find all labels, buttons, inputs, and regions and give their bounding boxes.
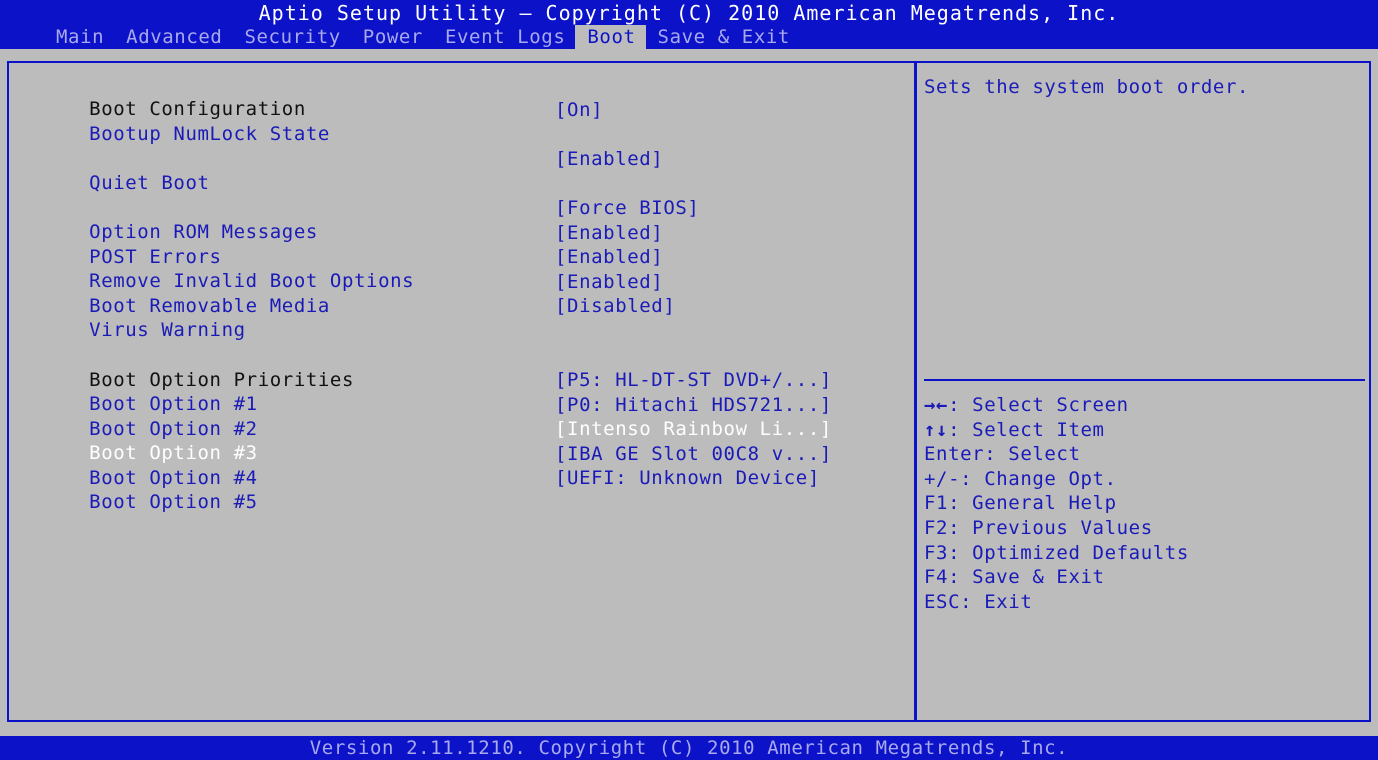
tab-advanced[interactable]: Advanced — [114, 25, 232, 49]
setting-value[interactable]: [Enabled] — [555, 221, 663, 245]
help-divider — [924, 379, 1365, 381]
setting-value[interactable]: [P0: Hitachi HDS721...] — [555, 393, 832, 417]
boot-configuration-heading: Boot Configuration — [41, 73, 306, 120]
setting-label: Virus Warning — [89, 319, 246, 341]
key-hint-enter: Enter: Select — [924, 442, 1189, 467]
key-hint-f3: F3: Optimized Defaults — [924, 541, 1189, 566]
boot-option-5[interactable]: Boot Option #5 [UEFI: Unknown Device] — [41, 466, 819, 513]
boot-option-1[interactable]: Boot Option #1 [P5: HL-DT-ST DVD+/...] — [41, 368, 831, 415]
key-name: +/- — [924, 467, 961, 490]
setting-post-errors[interactable]: POST Errors [Enabled] — [41, 221, 663, 268]
setting-value[interactable]: [Enabled] — [555, 245, 663, 269]
key-desc: : Previous Values — [948, 516, 1153, 539]
item-help-text: Sets the system boot order. — [924, 76, 1250, 98]
key-desc: : Change Opt. — [960, 467, 1117, 490]
key-hint-f4: F4: Save & Exit — [924, 565, 1189, 590]
tab-event-logs[interactable]: Event Logs — [433, 25, 575, 49]
tab-bar: Main Advanced Security Power Event Logs … — [44, 25, 800, 49]
key-name: →← — [924, 394, 949, 416]
setting-boot-removable-media[interactable]: Boot Removable Media [Enabled] — [41, 270, 663, 317]
setting-label: Quiet Boot — [89, 172, 210, 194]
setting-label: Bootup NumLock State — [89, 123, 330, 145]
key-name: ↑↓ — [924, 418, 949, 441]
setting-value[interactable]: [Enabled] — [555, 147, 663, 171]
setting-value[interactable]: [P5: HL-DT-ST DVD+/...] — [555, 368, 832, 392]
version-footer: Version 2.11.1210. Copyright (C) 2010 Am… — [0, 736, 1378, 760]
key-name: F1 — [924, 492, 949, 515]
tab-boot[interactable]: Boot — [575, 25, 646, 49]
key-desc: : Select Screen — [948, 394, 1129, 416]
key-desc: : Optimized Defaults — [948, 541, 1189, 564]
tab-save-exit[interactable]: Save & Exit — [646, 25, 800, 49]
key-name: F2 — [924, 516, 949, 539]
key-hint-select-item: ↑↓: Select Item — [924, 418, 1189, 443]
setting-remove-invalid-boot-options[interactable]: Remove Invalid Boot Options [Enabled] — [41, 245, 663, 292]
key-name: Enter — [924, 443, 985, 466]
key-desc: : General Help — [948, 492, 1117, 515]
boot-option-2[interactable]: Boot Option #2 [P0: Hitachi HDS721...] — [41, 393, 831, 440]
setting-option-rom-messages[interactable]: Option ROM Messages [Force BIOS] — [41, 196, 699, 243]
key-hint-esc: ESC: Exit — [924, 590, 1189, 615]
setting-label: Boot Option #5 — [89, 491, 258, 513]
tab-security[interactable]: Security — [232, 25, 350, 49]
key-desc: : Select Item — [948, 418, 1105, 441]
setting-value[interactable]: [Disabled] — [555, 294, 675, 318]
boot-option-priorities-heading: Boot Option Priorities — [41, 344, 354, 391]
vertical-divider — [914, 61, 917, 722]
app-title: Aptio Setup Utility – Copyright (C) 2010… — [258, 1, 1120, 25]
boot-option-4[interactable]: Boot Option #4 [IBA GE Slot 00C8 v...] — [41, 442, 831, 489]
key-hint-select-screen: →←: Select Screen — [924, 393, 1189, 418]
setting-bootup-numlock-state[interactable]: Bootup NumLock State [On] — [41, 98, 602, 145]
key-desc: : Select — [984, 443, 1081, 466]
key-name: ESC — [924, 590, 961, 613]
tab-main[interactable]: Main — [44, 25, 114, 49]
key-legend: →←: Select Screen ↑↓: Select Item Enter:… — [924, 393, 1189, 614]
setting-value[interactable]: [On] — [555, 98, 603, 122]
boot-option-3[interactable]: Boot Option #3 [Intenso Rainbow Li...] — [41, 417, 831, 464]
key-hint-change-opt: +/-: Change Opt. — [924, 467, 1189, 492]
key-hint-f2: F2: Previous Values — [924, 516, 1189, 541]
key-desc: : Save & Exit — [948, 566, 1105, 589]
tab-power[interactable]: Power — [351, 25, 433, 49]
key-desc: : Exit — [960, 590, 1033, 613]
setting-value[interactable]: [Enabled] — [555, 270, 663, 294]
key-hint-f1: F1: General Help — [924, 491, 1189, 516]
title-bar: Aptio Setup Utility – Copyright (C) 2010… — [0, 0, 1378, 49]
setting-virus-warning[interactable]: Virus Warning [Disabled] — [41, 294, 675, 341]
setting-quiet-boot[interactable]: Quiet Boot [Enabled] — [41, 147, 663, 194]
setting-value[interactable]: [Intenso Rainbow Li...] — [555, 417, 832, 441]
setting-value[interactable]: [IBA GE Slot 00C8 v...] — [555, 442, 832, 466]
setting-value[interactable]: [Force BIOS] — [555, 196, 699, 220]
main-panel: Boot Configuration Bootup NumLock State … — [0, 49, 1378, 736]
key-name: F4 — [924, 566, 949, 589]
setting-value[interactable]: [UEFI: Unknown Device] — [555, 466, 820, 490]
key-name: F3 — [924, 541, 949, 564]
